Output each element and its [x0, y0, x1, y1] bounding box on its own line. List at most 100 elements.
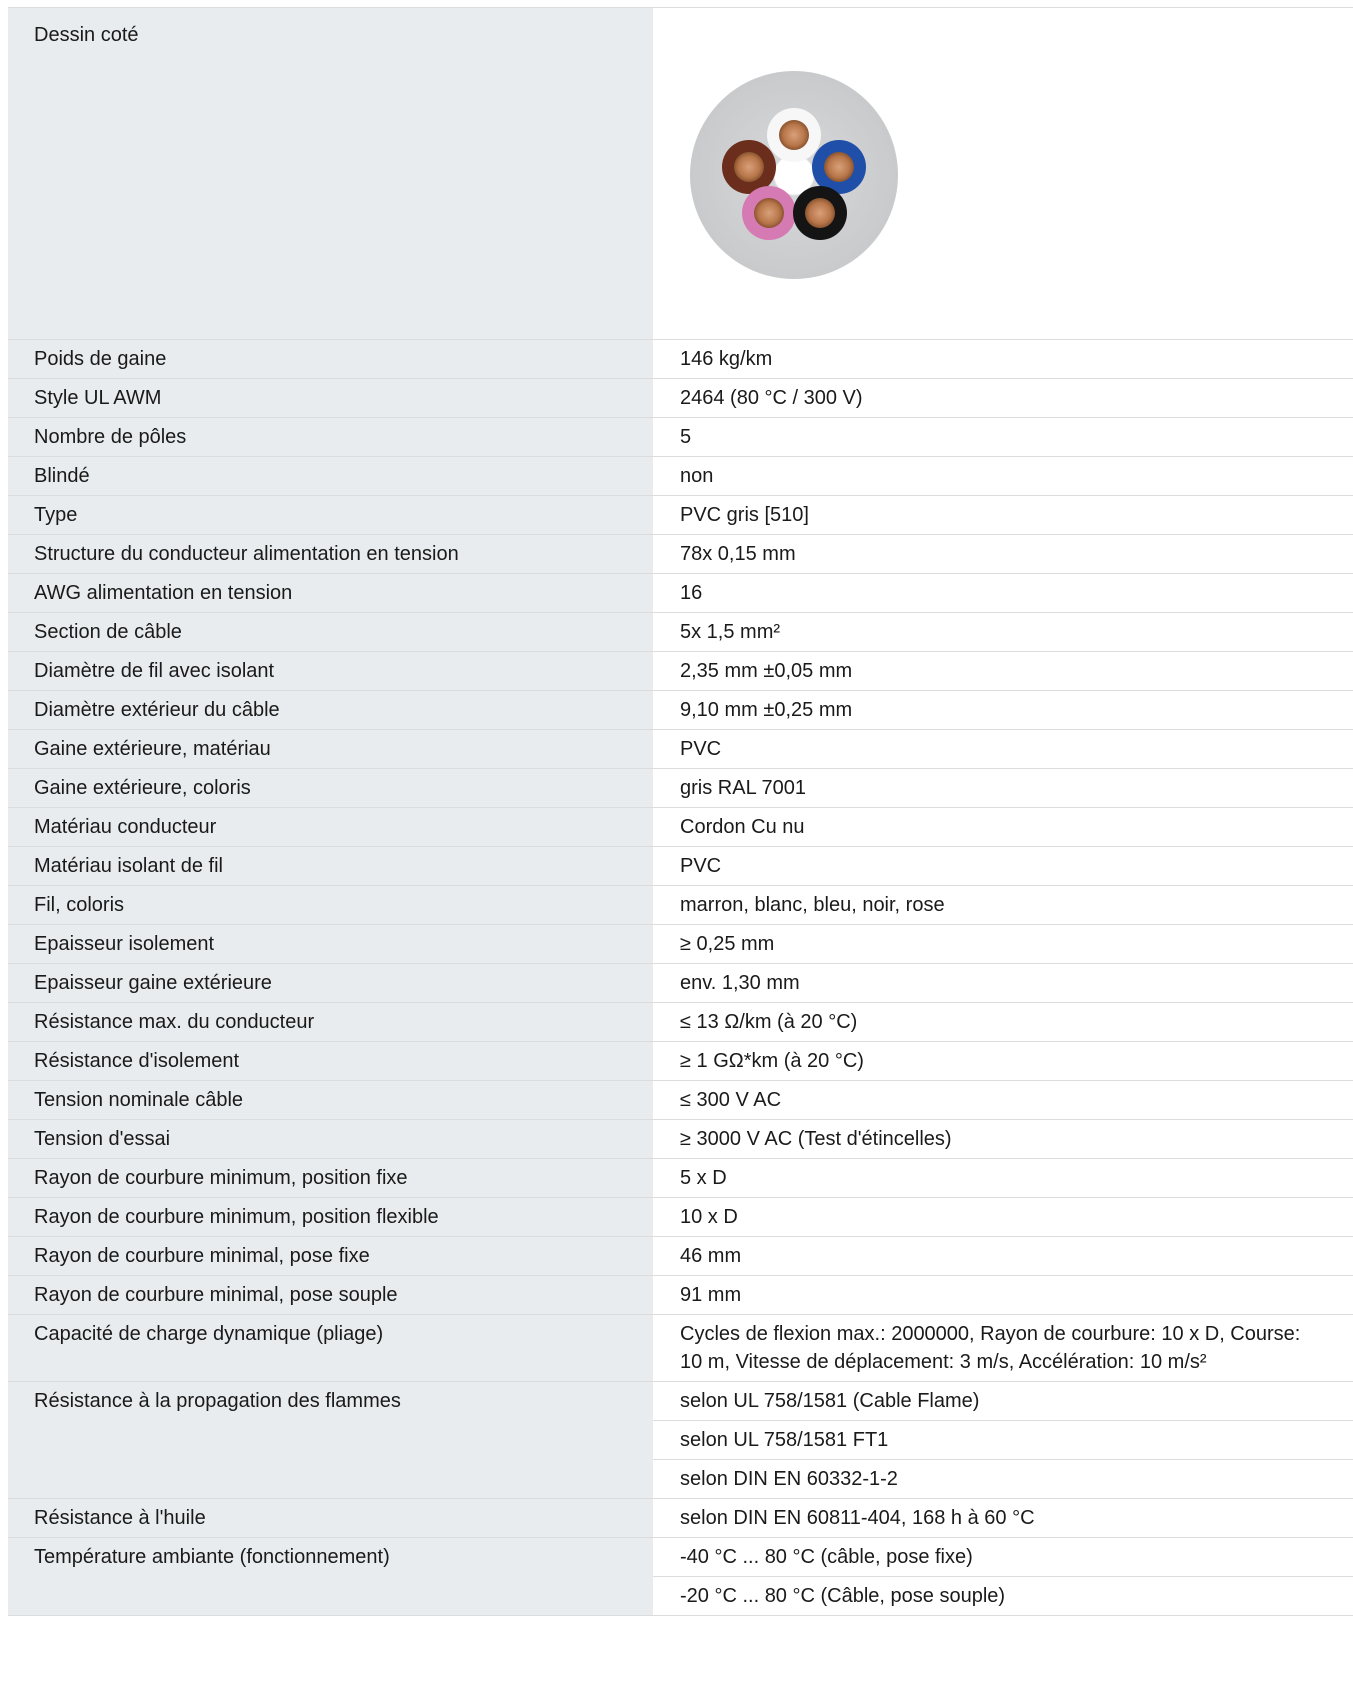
spec-row: Epaisseur isolement ≥ 0,25 mm — [8, 925, 1353, 964]
spec-values: 146 kg/km — [653, 340, 1353, 378]
spec-value: 91 mm — [680, 1284, 742, 1306]
spec-row: Rayon de courbure minimum, position fixe… — [8, 1159, 1353, 1198]
spec-value: PVC — [680, 738, 722, 760]
spec-values: ≥ 1 GΩ*km (à 20 °C) — [653, 1042, 1353, 1080]
spec-values: non — [653, 457, 1353, 495]
spec-values: 2,35 mm ±0,05 mm — [653, 652, 1353, 690]
spec-value: 16 — [680, 582, 703, 604]
spec-row: Tension nominale câble ≤ 300 V AC — [8, 1081, 1353, 1120]
drawing-cell — [653, 8, 1353, 339]
spec-value: ≤ 300 V AC — [680, 1089, 782, 1111]
spec-label: AWG alimentation en tension — [8, 574, 653, 612]
spec-label: Blindé — [8, 457, 653, 495]
spec-values: Cycles de flexion max.: 2000000, Rayon d… — [653, 1315, 1353, 1381]
spec-label: Résistance d'isolement — [8, 1042, 653, 1080]
spec-row: Gaine extérieure, matériau PVC — [8, 730, 1353, 769]
spec-values: ≥ 3000 V AC (Test d'étincelles) — [653, 1120, 1353, 1158]
spec-row: Epaisseur gaine extérieure env. 1,30 mm — [8, 964, 1353, 1003]
spec-row: Matériau isolant de fil PVC — [8, 847, 1353, 886]
spec-value: -20 °C ... 80 °C (Câble, pose souple) — [680, 1585, 1006, 1607]
spec-label: Tension nominale câble — [8, 1081, 653, 1119]
spec-row: Capacité de charge dynamique (pliage) Cyc… — [8, 1315, 1353, 1382]
spec-row: Température ambiante (fonctionnement) -40… — [8, 1538, 1353, 1616]
spec-label: Type — [8, 496, 653, 534]
spec-values: 91 mm — [653, 1276, 1353, 1314]
spec-label: Style UL AWM — [8, 379, 653, 417]
spec-values: selon UL 758/1581 (Cable Flame) selon UL … — [653, 1382, 1353, 1498]
spec-row: Résistance à la propagation des flammes s… — [8, 1382, 1353, 1499]
spec-value: 5 x D — [680, 1167, 727, 1189]
spec-label: Diamètre de fil avec isolant — [8, 652, 653, 690]
spec-table: Dessin coté Poids de gaine 146 kg/km Sty… — [8, 7, 1353, 1616]
spec-value: ≥ 3000 V AC (Test d'étincelles) — [680, 1128, 952, 1150]
spec-values: 10 x D — [653, 1198, 1353, 1236]
spec-label: Poids de gaine — [8, 340, 653, 378]
spec-values: 46 mm — [653, 1237, 1353, 1275]
spec-value: ≤ 13 Ω/km (à 20 °C) — [680, 1011, 858, 1033]
spec-row: Tension d'essai ≥ 3000 V AC (Test d'étinc… — [8, 1120, 1353, 1159]
spec-value: gris RAL 7001 — [680, 777, 806, 799]
spec-value: 5 — [680, 426, 692, 448]
spec-value: PVC gris [510] — [680, 504, 809, 526]
spec-values: ≥ 0,25 mm — [653, 925, 1353, 963]
spec-label: Nombre de pôles — [8, 418, 653, 456]
spec-value: 146 kg/km — [680, 348, 773, 370]
spec-row: Rayon de courbure minimal, pose souple 91… — [8, 1276, 1353, 1315]
spec-value: -40 °C ... 80 °C (câble, pose fixe) — [653, 1538, 1353, 1577]
spec-values: selon DIN EN 60811-404, 168 h à 60 °C — [653, 1499, 1353, 1537]
spec-value: 46 mm — [680, 1245, 742, 1267]
cable-cross-section-icon — [690, 71, 898, 279]
spec-row: Style UL AWM 2464 (80 °C / 300 V) — [8, 379, 1353, 418]
spec-value: 78x 0,15 mm — [680, 543, 796, 565]
spec-label: Rayon de courbure minimal, pose fixe — [8, 1237, 653, 1275]
spec-values: marron, blanc, bleu, noir, rose — [653, 886, 1353, 924]
spec-label: Résistance à l'huile — [8, 1499, 653, 1537]
spec-value: 2464 (80 °C / 300 V) — [680, 387, 863, 409]
spec-row: Diamètre de fil avec isolant 2,35 mm ±0,0… — [8, 652, 1353, 691]
spec-label: Gaine extérieure, matériau — [8, 730, 653, 768]
spec-values: 78x 0,15 mm — [653, 535, 1353, 573]
spec-values: -40 °C ... 80 °C (câble, pose fixe) -20 °… — [653, 1538, 1353, 1615]
spec-value: ≥ 1 GΩ*km (à 20 °C) — [680, 1050, 864, 1072]
spec-row: Résistance d'isolement ≥ 1 GΩ*km (à 20 °C… — [8, 1042, 1353, 1081]
spec-values: env. 1,30 mm — [653, 964, 1353, 1002]
spec-row: Nombre de pôles 5 — [8, 418, 1353, 457]
spec-values: 2464 (80 °C / 300 V) — [653, 379, 1353, 417]
spec-value: 10 x D — [680, 1206, 738, 1228]
spec-row: Gaine extérieure, coloris gris RAL 7001 — [8, 769, 1353, 808]
spec-values: Cordon Cu nu — [653, 808, 1353, 846]
spec-label: Résistance à la propagation des flammes — [8, 1382, 653, 1498]
spec-label: Rayon de courbure minimum, position fixe — [8, 1159, 653, 1197]
spec-values: PVC — [653, 847, 1353, 885]
spec-row: Résistance max. du conducteur ≤ 13 Ω/km (… — [8, 1003, 1353, 1042]
spec-row: Structure du conducteur alimentation en … — [8, 535, 1353, 574]
spec-value: 2,35 mm ±0,05 mm — [680, 660, 853, 682]
spec-row: Matériau conducteur Cordon Cu nu — [8, 808, 1353, 847]
spec-row: AWG alimentation en tension 16 — [8, 574, 1353, 613]
spec-label: Résistance max. du conducteur — [8, 1003, 653, 1041]
spec-row: Poids de gaine 146 kg/km — [8, 340, 1353, 379]
spec-row: Fil, coloris marron, blanc, bleu, noir, r… — [8, 886, 1353, 925]
spec-row: Section de câble 5x 1,5 mm² — [8, 613, 1353, 652]
spec-label: Matériau conducteur — [8, 808, 653, 846]
spec-row: Rayon de courbure minimal, pose fixe 46 m… — [8, 1237, 1353, 1276]
spec-row: Blindé non — [8, 457, 1353, 496]
spec-value: selon UL 758/1581 (Cable Flame) — [653, 1382, 1353, 1421]
spec-label: Rayon de courbure minimal, pose souple — [8, 1276, 653, 1314]
spec-label: Epaisseur isolement — [8, 925, 653, 963]
spec-values: 5x 1,5 mm² — [653, 613, 1353, 651]
spec-row: Rayon de courbure minimum, position flex… — [8, 1198, 1353, 1237]
spec-label: Rayon de courbure minimum, position flex… — [8, 1198, 653, 1236]
spec-label: Dessin coté — [8, 8, 653, 339]
spec-value: selon DIN EN 60332-1-2 — [680, 1468, 898, 1490]
spec-value: 9,10 mm ±0,25 mm — [680, 699, 853, 721]
spec-label: Gaine extérieure, coloris — [8, 769, 653, 807]
spec-value: marron, blanc, bleu, noir, rose — [680, 894, 945, 916]
spec-label: Tension d'essai — [8, 1120, 653, 1158]
spec-row: Type PVC gris [510] — [8, 496, 1353, 535]
spec-values: ≤ 13 Ω/km (à 20 °C) — [653, 1003, 1353, 1041]
spec-row: Diamètre extérieur du câble 9,10 mm ±0,25… — [8, 691, 1353, 730]
spec-row: Résistance à l'huile selon DIN EN 60811-4… — [8, 1499, 1353, 1538]
spec-label: Epaisseur gaine extérieure — [8, 964, 653, 1002]
spec-value: ≥ 0,25 mm — [680, 933, 775, 955]
